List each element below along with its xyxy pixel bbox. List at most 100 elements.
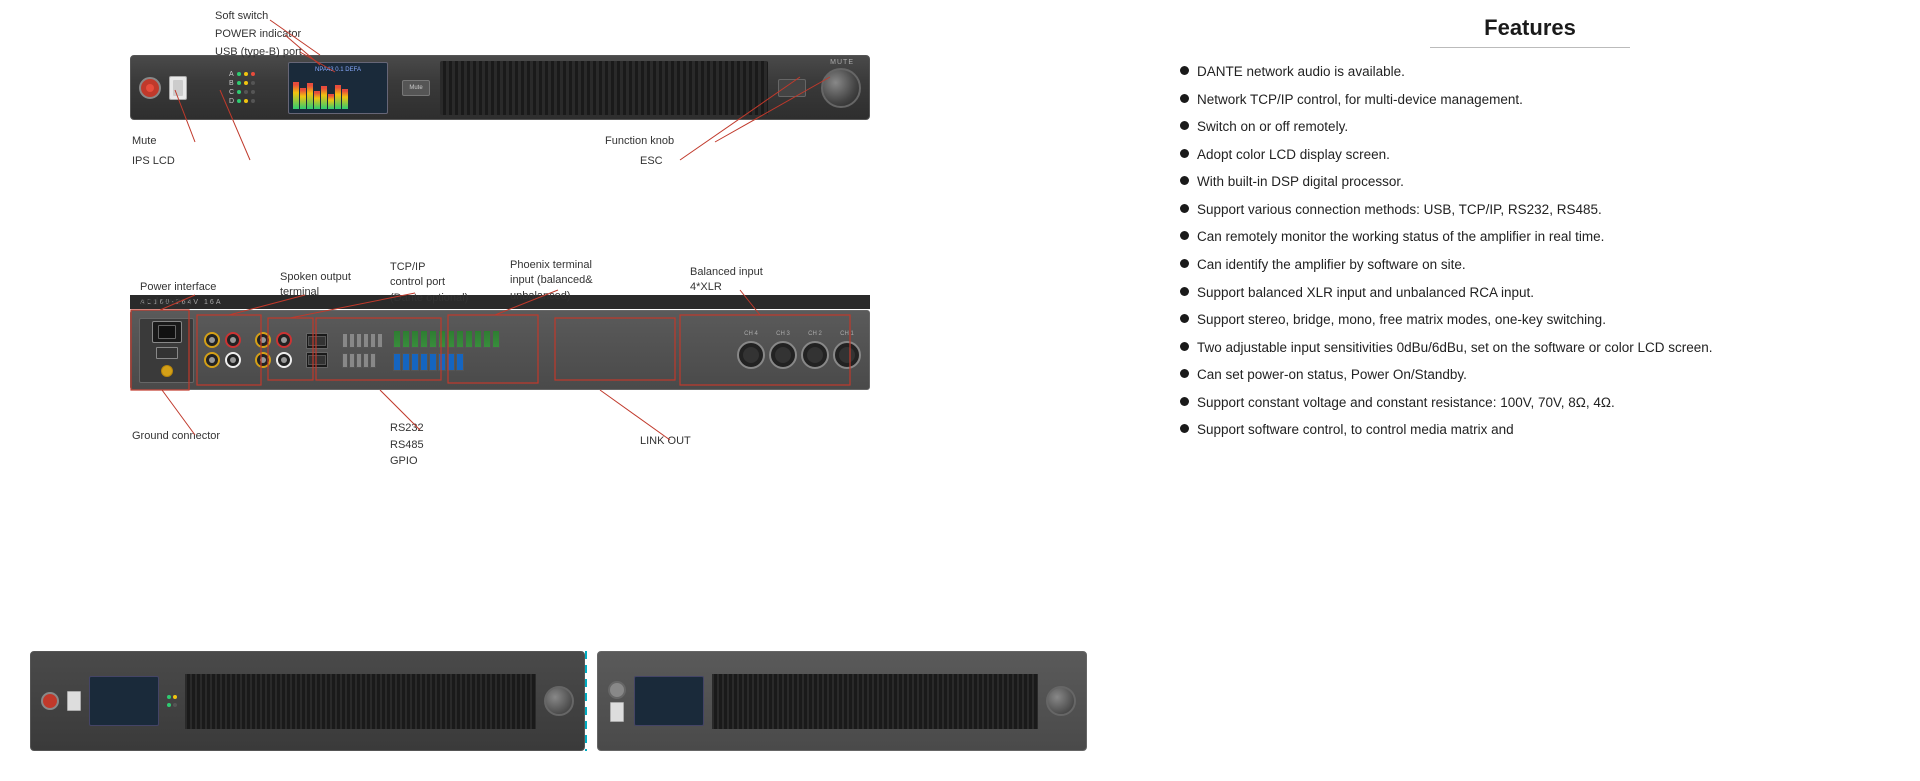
ground-screw-visual (161, 365, 173, 377)
features-title: Features (1180, 15, 1880, 41)
feature-bullet-11 (1180, 369, 1189, 378)
rca-group-1 (204, 332, 241, 368)
feature-item-10: Two adjustable input sensitivities 0dBu/… (1180, 338, 1880, 358)
feature-text-9: Support stereo, bridge, mono, free matri… (1197, 310, 1606, 330)
label-balanced-input: Balanced input4*XLR (690, 265, 763, 296)
knob-area (778, 68, 861, 108)
label-soft-switch: Soft switch (215, 10, 268, 22)
label-tcpip-control: TCP/IPcontrol port(Dante optional) (390, 260, 468, 306)
feature-item-7: Can identify the amplifier by software o… (1180, 255, 1880, 275)
function-knob-visual (821, 68, 861, 108)
back-label-strip: AC160-264V 16A (130, 295, 870, 309)
lcd-display-visual: NPA43 0.1 DEFA (288, 62, 388, 114)
rca-port-1 (204, 332, 220, 348)
feature-bullet-10 (1180, 342, 1189, 351)
feature-text-2: Switch on or off remotely. (1197, 117, 1348, 137)
feature-item-2: Switch on or off remotely. (1180, 117, 1880, 137)
label-rs232: RS232RS485GPIO (390, 420, 424, 470)
feature-bullet-12 (1180, 397, 1189, 406)
feature-item-13: Support software control, to control med… (1180, 420, 1880, 440)
feature-bullet-5 (1180, 204, 1189, 213)
rca-port-6 (276, 332, 292, 348)
feature-text-12: Support constant voltage and constant re… (1197, 393, 1615, 413)
dashed-divider (585, 651, 587, 751)
rca-port-8 (276, 352, 292, 368)
feature-bullet-8 (1180, 287, 1189, 296)
gpio-section (342, 333, 383, 368)
power-switch-visual (156, 347, 178, 359)
feature-text-4: With built-in DSP digital processor. (1197, 172, 1404, 192)
feature-item-1: Network TCP/IP control, for multi-device… (1180, 90, 1880, 110)
feature-bullet-2 (1180, 121, 1189, 130)
label-ground-connector: Ground connector (132, 430, 220, 442)
feature-item-0: DANTE network audio is available. (1180, 62, 1880, 82)
feature-item-5: Support various connection methods: USB,… (1180, 200, 1880, 220)
b-vent-right (712, 674, 1038, 729)
feature-bullet-3 (1180, 149, 1189, 158)
label-power-interface: Power interfaceand switch (140, 280, 216, 311)
power-section-back (139, 318, 194, 383)
b-right-left (608, 681, 626, 722)
feature-item-6: Can remotely monitor the working status … (1180, 227, 1880, 247)
rca-port-5 (255, 332, 271, 348)
feature-bullet-6 (1180, 231, 1189, 240)
feature-item-12: Support constant voltage and constant re… (1180, 393, 1880, 413)
b-knob-right (1046, 686, 1076, 716)
feature-bullet-9 (1180, 314, 1189, 323)
feature-text-11: Can set power-on status, Power On/Standb… (1197, 365, 1467, 385)
label-ips-lcd: IPS LCD (132, 155, 175, 167)
b-vent-left (185, 674, 536, 729)
feature-text-13: Support software control, to control med… (1197, 420, 1514, 440)
phoenix-section (393, 330, 500, 371)
b-usb-right (610, 702, 624, 722)
feature-text-0: DANTE network audio is available. (1197, 62, 1405, 82)
feature-text-5: Support various connection methods: USB,… (1197, 200, 1602, 220)
vent-grill-front (440, 61, 768, 115)
power-button-visual (139, 77, 161, 99)
feature-text-10: Two adjustable input sensitivities 0dBu/… (1197, 338, 1713, 358)
feature-text-8: Support balanced XLR input and unbalance… (1197, 283, 1534, 303)
mute-button-visual: Mute (402, 80, 430, 96)
feature-item-3: Adopt color LCD display screen. (1180, 145, 1880, 165)
b-usb (67, 691, 81, 711)
rca-group-2 (255, 332, 292, 368)
left-panel: A B C D NPA43 0.1 DEFA (0, 0, 1140, 781)
label-spoken-output: Spoken outputterminal (280, 270, 351, 301)
lan-port-2 (306, 352, 328, 368)
feature-bullet-13 (1180, 424, 1189, 433)
rca-port-3 (204, 352, 220, 368)
feature-text-7: Can identify the amplifier by software o… (1197, 255, 1466, 275)
rca-port-4 (225, 352, 241, 368)
feature-bullet-1 (1180, 94, 1189, 103)
label-power-indicator: POWER indicator (215, 28, 301, 40)
lan-section (306, 333, 328, 368)
b-channel-area (167, 695, 177, 707)
bottom-images (0, 621, 1100, 781)
rca-port-7 (255, 352, 271, 368)
power-socket-visual (152, 321, 182, 343)
mute-top-label: MUTE (830, 59, 854, 66)
right-panel: Features DANTE network audio is availabl… (1140, 0, 1920, 781)
front-device-image: A B C D NPA43 0.1 DEFA (130, 55, 870, 120)
label-function-knob: Function knob (605, 135, 674, 147)
b-lcd-right (634, 676, 704, 726)
back-device-image: CH 4 CH 3 CH 2 CH 1 (130, 310, 870, 390)
lan-port-1 (306, 333, 328, 349)
label-esc: ESC (640, 155, 663, 167)
features-divider (1430, 47, 1630, 48)
rca-port-2 (225, 332, 241, 348)
esc-button-visual (778, 79, 806, 97)
features-list: DANTE network audio is available. Network… (1180, 62, 1880, 440)
channel-indicators: A B C D (229, 71, 284, 105)
feature-item-9: Support stereo, bridge, mono, free matri… (1180, 310, 1880, 330)
bottom-device-left (30, 651, 585, 751)
feature-item-8: Support balanced XLR input and unbalance… (1180, 283, 1880, 303)
xlr-section: CH 4 CH 3 CH 2 CH 1 (737, 331, 861, 369)
feature-item-11: Can set power-on status, Power On/Standb… (1180, 365, 1880, 385)
feature-bullet-0 (1180, 66, 1189, 75)
feature-text-3: Adopt color LCD display screen. (1197, 145, 1390, 165)
b-lcd (89, 676, 159, 726)
feature-bullet-7 (1180, 259, 1189, 268)
feature-text-6: Can remotely monitor the working status … (1197, 227, 1604, 247)
feature-text-1: Network TCP/IP control, for multi-device… (1197, 90, 1523, 110)
